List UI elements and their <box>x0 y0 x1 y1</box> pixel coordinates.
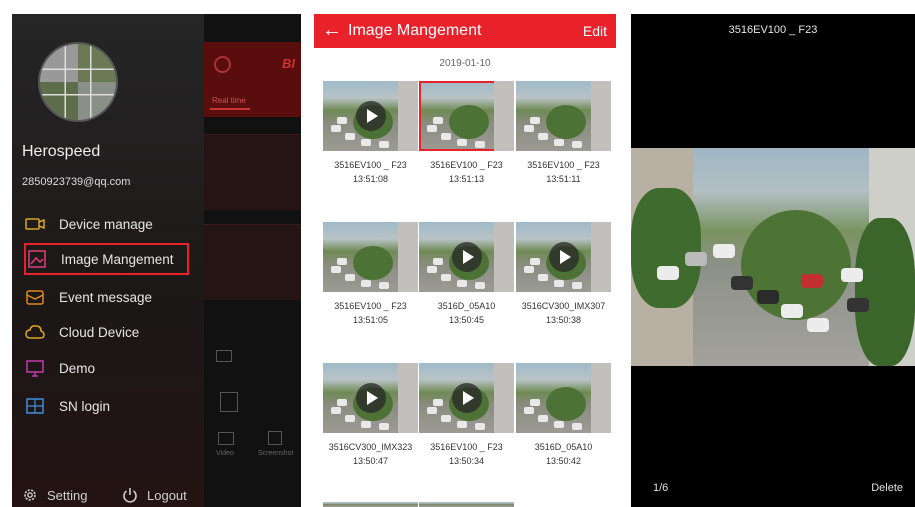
thumbnail-device-name: 3516EV100 _ F23 <box>527 160 600 170</box>
thumbnail-caption: 3516EV100 _ F23 13:51:13 <box>416 158 517 186</box>
thumbnail-device-name: 3516EV100 _ F23 <box>430 442 503 452</box>
thumbnail-time: 13:50:45 <box>448 315 485 325</box>
menu-item-label: SN login <box>59 398 111 414</box>
background-tab-realtime: Real time <box>212 96 246 105</box>
camera-icon <box>25 218 45 230</box>
image-thumbnail[interactable] <box>419 502 514 507</box>
thumbnail-time: 13:50:34 <box>448 456 485 466</box>
play-icon[interactable] <box>356 383 386 413</box>
logout-button[interactable]: Logout <box>122 487 187 503</box>
menu-item-label: Image Mangement <box>61 251 174 267</box>
menu-item-label: Cloud Device <box>59 324 140 340</box>
image-viewer-screen: 3516EV100 _ F23 1/6 Delete <box>631 14 915 507</box>
user-name: Herospeed <box>22 143 101 160</box>
image-thumbnail[interactable] <box>323 502 418 507</box>
thumbnail-caption: 3516EV100 _ F23 13:51:08 <box>320 158 421 186</box>
thumbnail-time: 13:51:11 <box>546 174 581 184</box>
play-icon[interactable] <box>452 242 482 272</box>
monitor-icon <box>26 360 44 377</box>
image-thumbnail[interactable] <box>516 222 611 292</box>
date-header: 2019-01-10 <box>439 58 491 69</box>
play-icon[interactable] <box>452 383 482 413</box>
message-icon <box>26 290 44 305</box>
image-thumbnail[interactable] <box>323 222 418 292</box>
thumbnail-time: 13:51:08 <box>352 174 389 184</box>
thumbnail-device-name: 3516EV100 _ F23 <box>334 160 407 170</box>
play-icon[interactable] <box>549 242 579 272</box>
image-counter: 1/6 <box>653 482 669 494</box>
play-icon[interactable] <box>356 101 386 131</box>
user-email: 2850923739@qq.com <box>22 176 131 188</box>
thumbnail-time: 13:51:13 <box>448 174 485 184</box>
viewer-title: 3516EV100 _ F23 <box>728 24 818 36</box>
menu-item-image-mangement[interactable]: Image Mangement <box>24 243 189 275</box>
page-title: Image Mangement <box>348 22 482 39</box>
image-thumbnail[interactable] <box>419 81 514 151</box>
thumbnail-device-name: 3516EV100 _ F23 <box>430 160 503 170</box>
background-screenshot-label: Screenshot <box>258 450 294 457</box>
logout-label: Logout <box>147 487 187 503</box>
background-app-title: BI <box>282 56 295 71</box>
avatar[interactable] <box>38 42 118 122</box>
background-video-label: Video <box>216 450 234 457</box>
thumbnail-device-name: 3516CV300_IMX323 <box>328 442 413 452</box>
menu-item-label: Device manage <box>59 216 153 232</box>
back-arrow-icon[interactable]: ← <box>322 19 342 41</box>
menu-item-cloud-device[interactable]: Cloud Device <box>24 316 189 348</box>
thumbnail-caption: 3516CV300_IMX323 13:50:47 <box>320 440 421 468</box>
thumbnail-caption: 3516EV100 _ F23 13:51:05 <box>320 299 421 327</box>
power-icon <box>123 488 137 503</box>
tab-underline <box>210 108 250 110</box>
thumbnail-time: 13:51:05 <box>352 315 389 325</box>
thumbnail-device-name: 3516D_05A10 <box>534 442 593 452</box>
menu-item-label: Demo <box>59 360 96 376</box>
photo-view[interactable] <box>631 148 915 366</box>
edit-button[interactable]: Edit <box>583 23 607 39</box>
image-thumbnail[interactable] <box>323 81 418 151</box>
setting-label: Setting <box>47 487 88 503</box>
menu-item-demo[interactable]: Demo <box>24 352 189 384</box>
thumbnail-time: 13:50:38 <box>545 315 582 325</box>
thumbnail-device-name: 3516EV100 _ F23 <box>334 301 407 311</box>
menu-item-event-message[interactable]: Event message <box>24 281 189 313</box>
screenshot-icon <box>268 431 282 445</box>
gear-icon <box>24 489 36 501</box>
thumbnail-device-name: 3516D_05A10 <box>437 301 496 311</box>
image-thumbnail[interactable] <box>516 81 611 151</box>
background-app-header: BI Real time <box>204 42 301 117</box>
background-video-block <box>204 224 301 300</box>
thumbnail-time: 13:50:47 <box>352 456 389 466</box>
image-thumbnail[interactable] <box>323 363 418 433</box>
image-icon <box>28 250 46 268</box>
thumbnail-device-name: 3516CV300_IMX307 <box>521 301 606 311</box>
image-management-screen: ← Image Mangement Edit 2019-01-10 3516EV… <box>314 14 616 507</box>
menu-item-sn-login[interactable]: SN login <box>24 390 189 422</box>
background-app: BI Real time Video Screenshot <box>204 14 301 507</box>
thumbnail-caption: 3516D_05A10 13:50:42 <box>513 440 614 468</box>
thumbnail-time: 13:50:42 <box>545 456 582 466</box>
navigation-drawer: Herospeed 2850923739@qq.com Device manag… <box>12 14 204 507</box>
top-bar: ← Image Mangement Edit <box>314 14 616 48</box>
thumbnail-caption: 3516EV100 _ F23 13:51:11 <box>513 158 614 186</box>
image-thumbnail[interactable] <box>419 222 514 292</box>
menu-item-device-manage[interactable]: Device manage <box>24 208 189 240</box>
sn-icon <box>26 398 44 414</box>
setting-button[interactable]: Setting <box>22 487 87 503</box>
image-thumbnail[interactable] <box>516 363 611 433</box>
image-thumbnail[interactable] <box>419 363 514 433</box>
thumbnail-caption: 3516D_05A10 13:50:45 <box>416 299 517 327</box>
background-video-block <box>204 134 301 210</box>
menu-item-label: Event message <box>59 289 153 305</box>
drawer-screen: BI Real time Video Screenshot Herospeed … <box>12 14 301 507</box>
cloud-icon <box>25 325 45 339</box>
delete-button[interactable]: Delete <box>871 482 903 494</box>
control-icon <box>220 392 238 412</box>
user-icon <box>214 56 231 73</box>
thumbnail-caption: 3516EV100 _ F23 13:50:34 <box>416 440 517 468</box>
control-icon <box>216 350 232 362</box>
video-icon <box>218 432 234 445</box>
thumbnail-caption: 3516CV300_IMX307 13:50:38 <box>513 299 614 327</box>
